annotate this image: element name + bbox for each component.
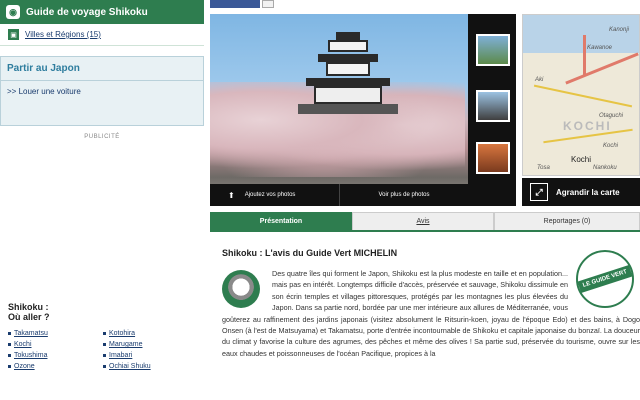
photo-gallery[interactable]: ⬆ Ajoutez vos photos Voir plus de photos xyxy=(210,14,516,206)
thumbnail-2[interactable] xyxy=(476,90,510,122)
castle-image xyxy=(298,32,398,127)
partir-box: Partir au Japon >> Louer une voiture xyxy=(0,56,204,126)
places-list: Takamatsu Kotohira Kochi Marugame Tokush… xyxy=(8,330,198,370)
bullet-icon xyxy=(8,331,11,335)
map-label: Kawanoe xyxy=(587,45,613,51)
facebook-like-button[interactable] xyxy=(210,0,260,8)
mascot-avatar xyxy=(222,270,260,308)
map-label: Aki xyxy=(535,77,544,83)
place-link[interactable]: Ochiai Shuku xyxy=(103,363,198,370)
place-link[interactable]: Imabari xyxy=(103,352,198,359)
place-link[interactable]: Takamatsu xyxy=(8,330,103,337)
where-subtitle: Où aller ? xyxy=(8,312,50,322)
thumbnail-3[interactable] xyxy=(476,142,510,174)
louer-voiture-link[interactable]: >> Louer une voiture xyxy=(1,81,203,102)
add-photos-button[interactable]: ⬆ Ajoutez vos photos xyxy=(210,184,340,206)
photo-actions-bar: ⬆ Ajoutez vos photos Voir plus de photos xyxy=(210,184,468,206)
bullet-icon xyxy=(8,342,11,346)
article: Shikoku : L'avis du Guide Vert MICHELIN … xyxy=(210,236,640,400)
bullet-icon xyxy=(8,364,11,368)
place-link[interactable]: Tokushima xyxy=(8,352,103,359)
villes-row[interactable]: ▣ Villes et Régions (15) xyxy=(0,24,204,46)
bullet-icon xyxy=(103,364,106,368)
map-road xyxy=(565,52,639,85)
map-label: Kanonji xyxy=(609,27,630,33)
content-tabs: Présentation Avis Reportages (0) xyxy=(210,212,640,232)
place-link[interactable]: Kochi xyxy=(8,341,103,348)
thumbnail-strip xyxy=(468,14,516,206)
map-region-label: KOCHI xyxy=(563,119,612,133)
map-sea xyxy=(523,15,639,53)
map-city-label: Kochi xyxy=(571,155,592,164)
guide-icon: ◉ xyxy=(6,5,20,19)
where-title: Shikoku : xyxy=(8,302,49,312)
bullet-icon xyxy=(103,331,106,335)
more-photos-button[interactable]: Voir plus de photos xyxy=(340,192,468,198)
share-count-box xyxy=(262,0,274,8)
bullet-icon xyxy=(103,342,106,346)
guide-header[interactable]: ◉ Guide de voyage Shikoku xyxy=(0,0,204,24)
expand-icon: ⤢ xyxy=(530,183,548,201)
upload-icon: ⬆ xyxy=(228,190,235,200)
place-link[interactable]: Marugame xyxy=(103,341,198,348)
bullet-icon xyxy=(103,353,106,357)
sidebar: ◉ Guide de voyage Shikoku ▣ Villes et Ré… xyxy=(0,0,204,400)
place-link[interactable]: Kotohira xyxy=(103,330,198,337)
main-content: ⬆ Ajoutez vos photos Voir plus de photos… xyxy=(210,0,640,400)
region-icon: ▣ xyxy=(8,29,19,40)
tab-reportages[interactable]: Reportages (0) xyxy=(494,212,640,230)
guide-title: Guide de voyage Shikoku xyxy=(26,6,148,18)
place-link[interactable]: Ozone xyxy=(8,363,103,370)
guide-vert-seal: LE GUIDE VERT xyxy=(576,250,634,308)
tab-presentation[interactable]: Présentation xyxy=(210,212,352,230)
map-label: Nankoku xyxy=(593,165,617,171)
article-title: Shikoku : L'avis du Guide Vert MICHELIN xyxy=(222,248,398,258)
tab-avis[interactable]: Avis xyxy=(352,212,494,230)
map-label: Kochi xyxy=(603,143,619,149)
bullet-icon xyxy=(8,353,11,357)
where-to-go: Shikoku : Où aller ? Takamatsu Kotohira … xyxy=(8,302,198,370)
map-road xyxy=(583,35,586,75)
enlarge-map-button[interactable]: ⤢ Agrandir la carte xyxy=(522,178,640,206)
map-label: Tosa xyxy=(537,165,550,171)
thumbnail-1[interactable] xyxy=(476,34,510,66)
partir-title: Partir au Japon xyxy=(1,57,203,81)
publicite-label: PUBLICITÉ xyxy=(84,134,120,140)
villes-link[interactable]: Villes et Régions (15) xyxy=(25,30,101,39)
region-map[interactable]: Kanonji Kawanoe Otaguchi Kochi Nankoku A… xyxy=(522,14,640,176)
map-road xyxy=(533,84,633,108)
